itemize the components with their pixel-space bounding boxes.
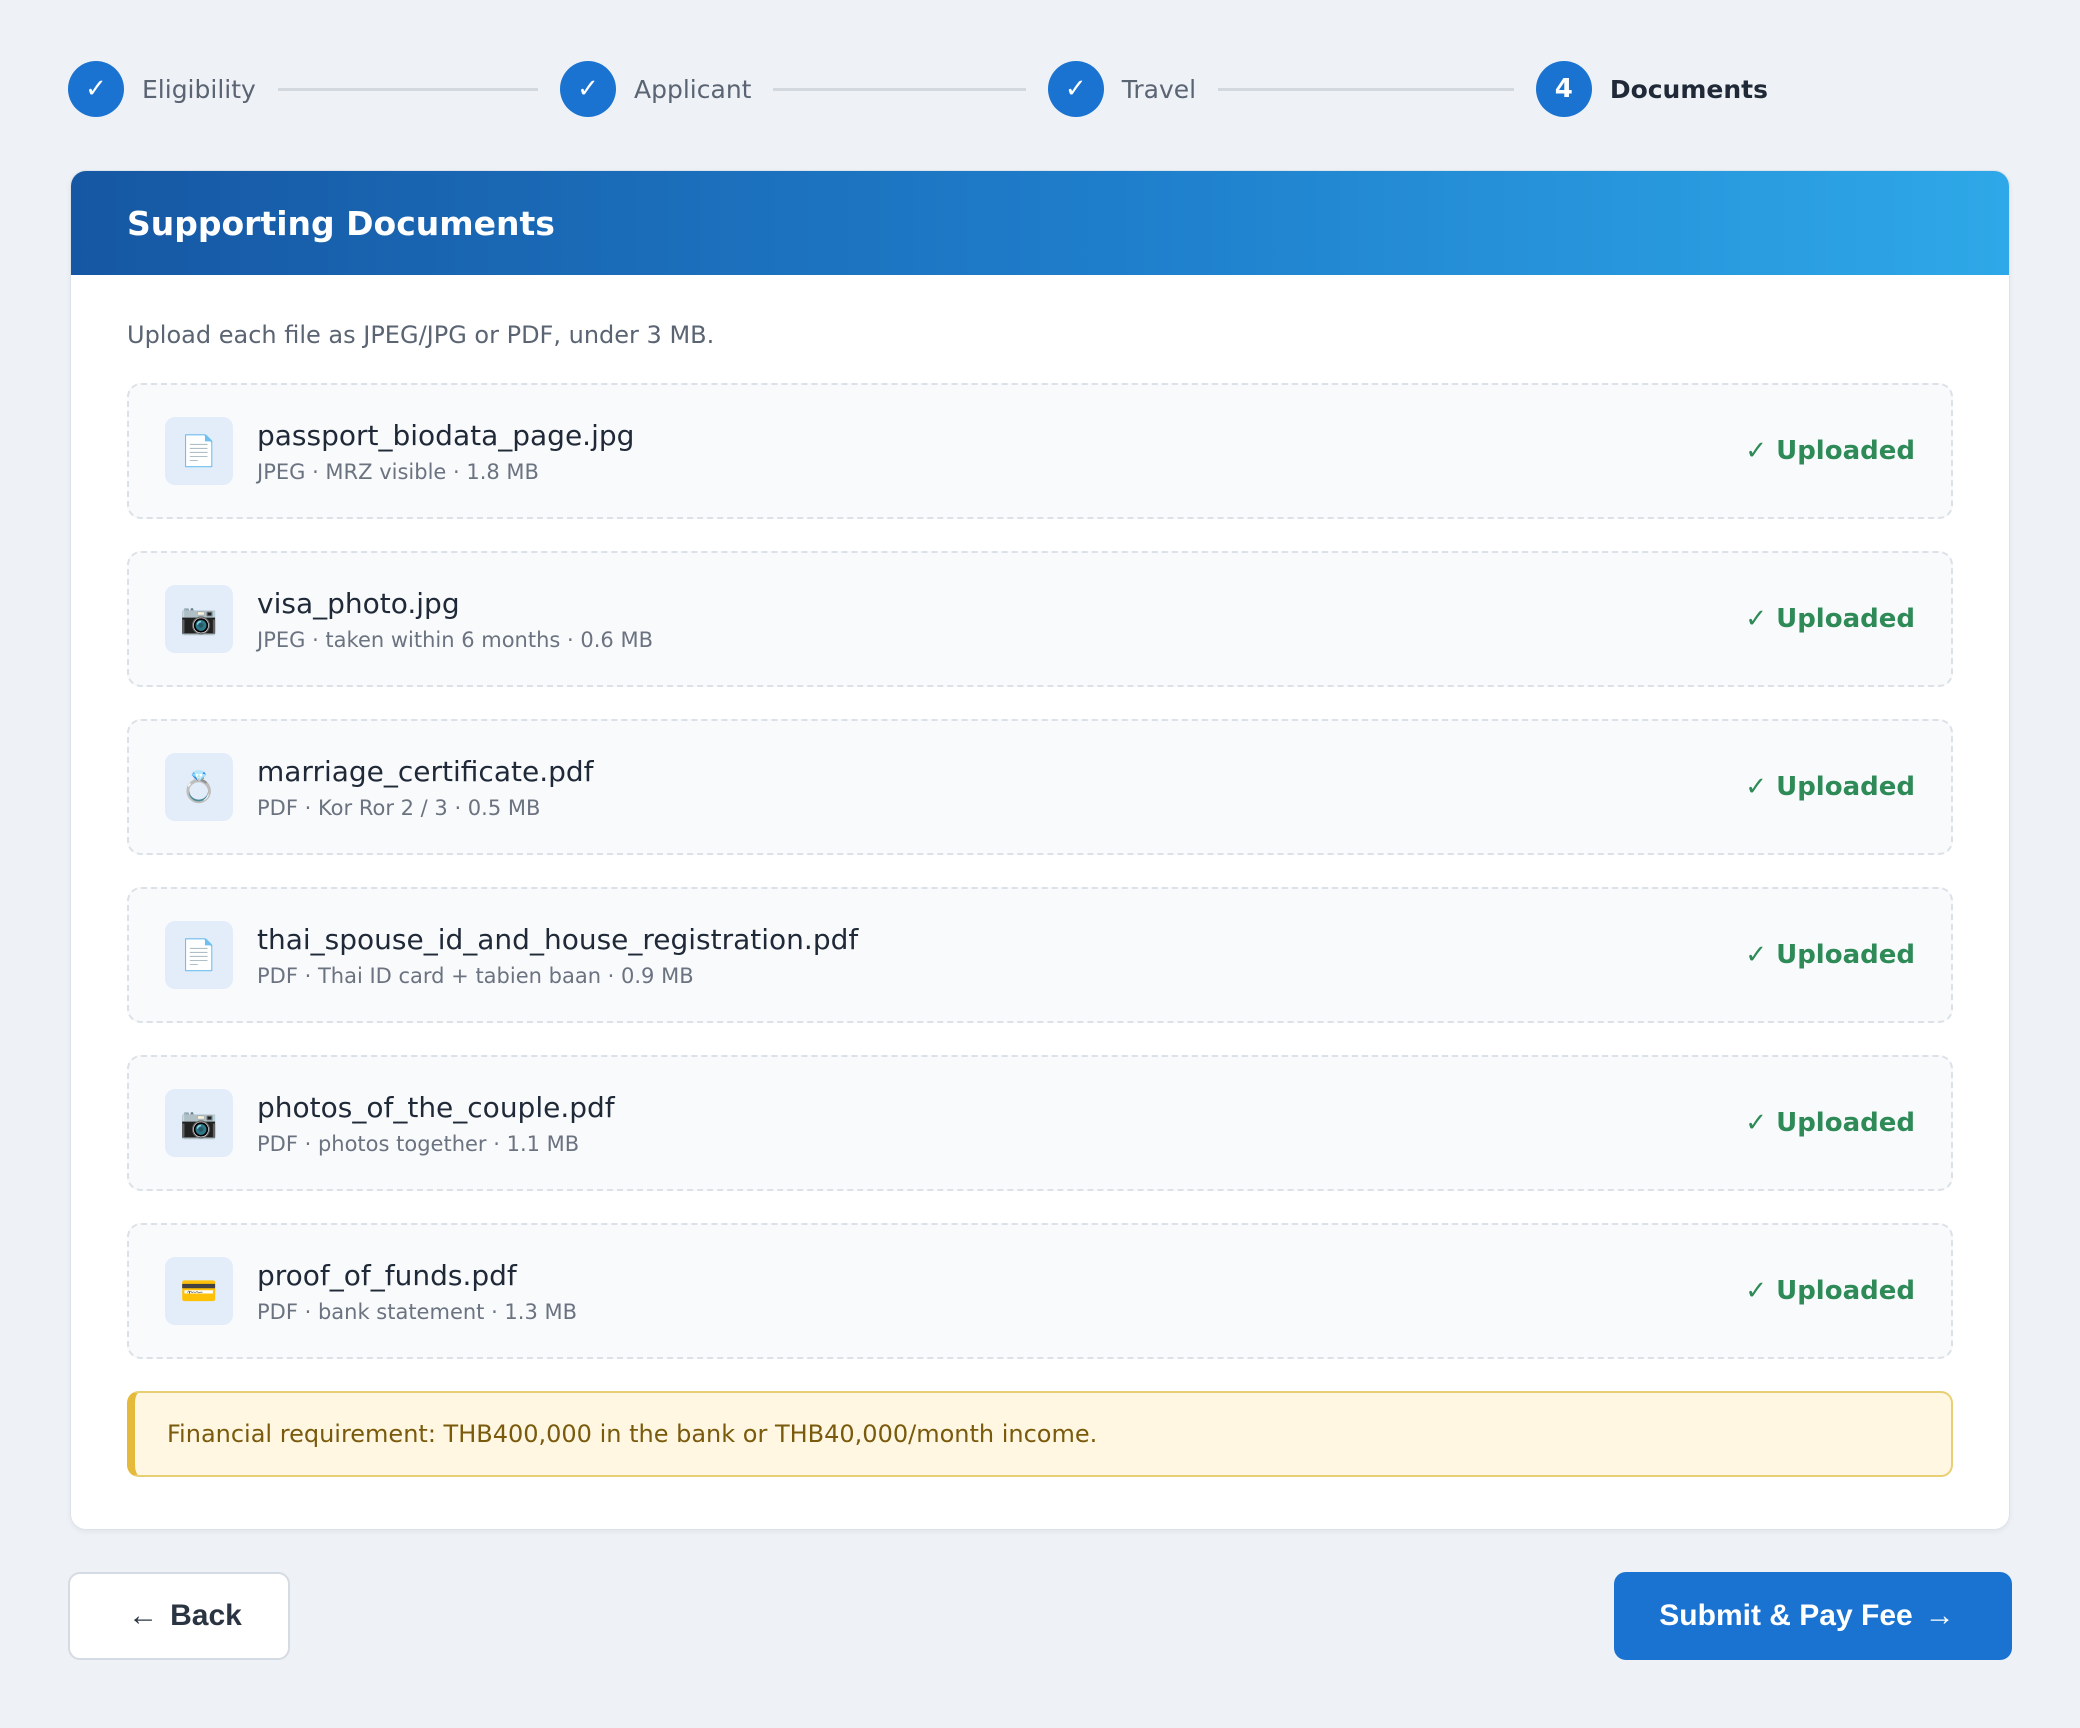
supporting-documents-card: Supporting Documents Upload each file as… [70, 170, 2010, 1530]
upload-status: ✓ Uploaded [1745, 1276, 1915, 1306]
document-filename: passport_biodata_page.jpg [257, 418, 635, 452]
step-label: Eligibility [142, 74, 256, 104]
upload-status: ✓ Uploaded [1745, 772, 1915, 802]
card-title: Supporting Documents [127, 203, 555, 243]
step-label: Documents [1609, 74, 1768, 104]
back-button[interactable]: ← Back [68, 1572, 290, 1660]
step-connector [773, 87, 1026, 91]
document-info: photos_of_the_couple.pdf PDF · photos to… [257, 1091, 1745, 1156]
upload-status: ✓ Uploaded [1745, 604, 1915, 634]
document-info: marriage_certificate.pdf PDF · Kor Ror 2… [257, 755, 1745, 820]
step-connector [1218, 87, 1514, 91]
document-meta: PDF · Kor Ror 2 / 3 · 0.5 MB [257, 795, 541, 820]
document-info: visa_photo.jpg JPEG · taken within 6 mon… [257, 587, 1745, 652]
submit-pay-fee-button[interactable]: Submit & Pay Fee → [1614, 1572, 2012, 1660]
check-icon: ✓ [68, 61, 124, 117]
document-icon: 📄 [165, 417, 233, 485]
document-info: proof_of_funds.pdf PDF · bank statement … [257, 1259, 1745, 1324]
upload-status: ✓ Uploaded [1745, 940, 1915, 970]
document-meta: JPEG · taken within 6 months · 0.6 MB [257, 627, 653, 652]
upload-instructions: Upload each file as JPEG/JPG or PDF, und… [127, 321, 715, 349]
document-row[interactable]: 📄 thai_spouse_id_and_house_registration.… [127, 887, 1953, 1023]
step-documents[interactable]: 4 Documents [1535, 61, 1768, 117]
check-icon: ✓ [560, 61, 617, 117]
document-filename: thai_spouse_id_and_house_registration.pd… [257, 922, 859, 956]
check-icon: ✓ [1047, 61, 1104, 117]
document-filename: visa_photo.jpg [257, 586, 460, 620]
step-label: Travel [1121, 74, 1197, 104]
document-meta: JPEG · MRZ visible · 1.8 MB [257, 459, 539, 484]
submit-button-label: Submit & Pay Fee [1659, 1599, 1913, 1632]
document-icon: 📄 [165, 921, 233, 989]
document-filename: photos_of_the_couple.pdf [257, 1090, 615, 1124]
document-meta: PDF · bank statement · 1.3 MB [257, 1299, 578, 1324]
document-row[interactable]: 💍 marriage_certificate.pdf PDF · Kor Ror… [127, 719, 1953, 855]
document-row[interactable]: 💳 proof_of_funds.pdf PDF · bank statemen… [127, 1223, 1953, 1359]
card-body: Upload each file as JPEG/JPG or PDF, und… [71, 275, 2009, 1477]
financial-requirement-notice: Financial requirement: THB400,000 in the… [127, 1391, 1953, 1477]
step-number: 4 [1535, 61, 1592, 117]
document-row[interactable]: 📷 photos_of_the_couple.pdf PDF · photos … [127, 1055, 1953, 1191]
step-connector [277, 87, 539, 91]
upload-status: ✓ Uploaded [1745, 1108, 1915, 1138]
progress-stepper: ✓ Eligibility ✓ Applicant ✓ Travel 4 Doc… [68, 60, 1768, 118]
document-info: thai_spouse_id_and_house_registration.pd… [257, 923, 1745, 988]
back-button-label: Back [170, 1599, 242, 1632]
camera-icon: 📷 [165, 585, 233, 653]
document-meta: PDF · photos together · 1.1 MB [257, 1131, 580, 1156]
step-applicant[interactable]: ✓ Applicant [560, 61, 751, 117]
credit-card-icon: 💳 [165, 1257, 233, 1325]
document-filename: marriage_certificate.pdf [257, 754, 594, 788]
document-filename: proof_of_funds.pdf [257, 1258, 517, 1292]
camera-icon: 📷 [165, 1089, 233, 1157]
step-eligibility[interactable]: ✓ Eligibility [68, 61, 256, 117]
arrow-right-icon: → [1924, 1599, 1955, 1632]
arrow-left-icon: ← [128, 1599, 159, 1632]
ring-icon: 💍 [165, 753, 233, 821]
upload-status: ✓ Uploaded [1745, 436, 1915, 466]
card-header: Supporting Documents [71, 171, 2009, 275]
step-label: Applicant [634, 74, 752, 104]
step-travel[interactable]: ✓ Travel [1047, 61, 1197, 117]
document-row[interactable]: 📷 visa_photo.jpg JPEG · taken within 6 m… [127, 551, 1953, 687]
document-row[interactable]: 📄 passport_biodata_page.jpg JPEG · MRZ v… [127, 383, 1953, 519]
document-meta: PDF · Thai ID card + tabien baan · 0.9 M… [257, 963, 694, 988]
document-info: passport_biodata_page.jpg JPEG · MRZ vis… [257, 419, 1745, 484]
